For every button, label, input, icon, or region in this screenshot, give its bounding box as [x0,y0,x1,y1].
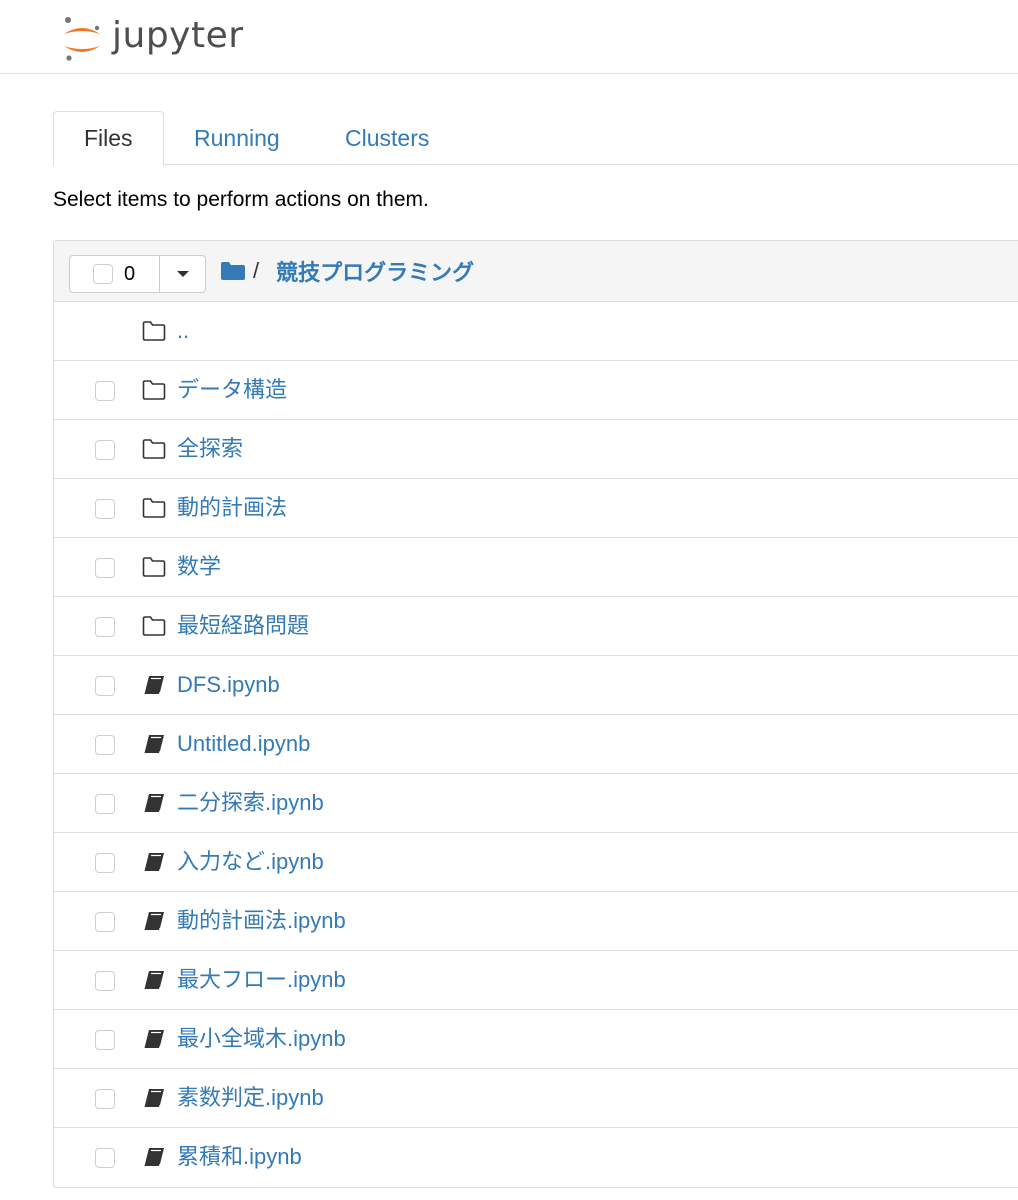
item-name-link[interactable]: 二分探索.ipynb [177,774,324,831]
item-name-link[interactable]: 動的計画法 [177,479,287,536]
notebook-row[interactable]: Untitled.ipynb [54,715,1018,774]
item-checkbox[interactable] [95,971,115,991]
select-all-checkbox[interactable] [93,264,113,284]
item-name-link[interactable]: .. [177,302,189,359]
item-checkbox[interactable] [95,1148,115,1168]
item-checkbox[interactable] [95,440,115,460]
home-folder-icon[interactable] [221,262,245,280]
file-list-header: 0 / 競技プログラミング [54,241,1018,302]
folder-icon [142,557,166,582]
item-checkbox[interactable] [95,499,115,519]
notebook-row[interactable]: 最大フロー.ipynb [54,951,1018,1010]
item-checkbox[interactable] [95,853,115,873]
notebook-icon [142,970,166,995]
select-all-group: 0 [69,255,206,293]
selection-hint: Select items to perform actions on them. [53,188,429,211]
tab-bar: Files Running Clusters [53,111,1018,166]
item-name-link[interactable]: Untitled.ipynb [177,715,310,772]
folder-icon [142,321,166,346]
item-checkbox[interactable] [95,1030,115,1050]
top-header: jupyter [0,0,1018,74]
folder-row[interactable]: 数学 [54,538,1018,597]
item-name-link[interactable]: 入力など.ipynb [177,833,324,890]
file-list: 0 / 競技プログラミング .. データ構造 全探索 動的計画法 数学 最短経路問題 DFS… [53,240,1018,1188]
item-checkbox[interactable] [95,735,115,755]
notebook-row[interactable]: 累積和.ipynb [54,1128,1018,1187]
notebook-icon [142,734,166,759]
logo-text: jupyter [112,14,244,56]
folder-row[interactable]: 動的計画法 [54,479,1018,538]
select-all-control[interactable]: 0 [70,256,160,292]
select-dropdown-button[interactable] [160,256,205,292]
notebook-row[interactable]: 入力など.ipynb [54,833,1018,892]
notebook-row[interactable]: 最小全域木.ipynb [54,1010,1018,1069]
item-name-link[interactable]: 最短経路問題 [177,597,309,654]
folder-row[interactable]: 全探索 [54,420,1018,479]
notebook-icon [142,852,166,877]
folder-icon [142,439,166,464]
folder-row[interactable]: .. [54,302,1018,361]
item-checkbox[interactable] [95,676,115,696]
item-name-link[interactable]: 数学 [177,538,221,595]
file-rows: .. データ構造 全探索 動的計画法 数学 最短経路問題 DFS.ipynb Untitled… [54,302,1018,1187]
jupyter-logo[interactable]: jupyter [60,12,244,64]
item-name-link[interactable]: 全探索 [177,420,243,477]
jupyter-logo-icon [64,17,100,61]
notebook-icon [142,1147,166,1172]
folder-icon [142,380,166,405]
folder-icon [142,498,166,523]
folder-icon [142,616,166,641]
notebook-icon [142,1029,166,1054]
item-checkbox[interactable] [95,794,115,814]
folder-row[interactable]: 最短経路問題 [54,597,1018,656]
notebook-icon [142,675,166,700]
folder-row[interactable]: データ構造 [54,361,1018,420]
notebook-row[interactable]: 素数判定.ipynb [54,1069,1018,1128]
breadcrumb-current-dir[interactable]: 競技プログラミング [276,255,474,287]
item-checkbox[interactable] [95,912,115,932]
item-name-link[interactable]: 素数判定.ipynb [177,1069,324,1126]
item-name-link[interactable]: 動的計画法.ipynb [177,892,346,949]
item-name-link[interactable]: 最小全域木.ipynb [177,1010,346,1067]
notebook-icon [142,793,166,818]
notebook-row[interactable]: 二分探索.ipynb [54,774,1018,833]
notebook-row[interactable]: 動的計画法.ipynb [54,892,1018,951]
breadcrumb-separator: / [253,258,260,283]
item-checkbox[interactable] [95,617,115,637]
selected-count: 0 [124,262,136,285]
item-name-link[interactable]: データ構造 [177,361,287,418]
caret-down-icon [176,271,189,277]
item-checkbox[interactable] [95,1089,115,1109]
tab-files[interactable]: Files [53,111,164,166]
breadcrumb: / 競技プログラミング [221,255,474,287]
tab-clusters[interactable]: Clusters [315,111,459,165]
item-name-link[interactable]: DFS.ipynb [177,656,280,713]
notebook-icon [142,911,166,936]
item-checkbox[interactable] [95,381,115,401]
notebook-icon [142,1088,166,1113]
notebook-row[interactable]: DFS.ipynb [54,656,1018,715]
item-name-link[interactable]: 最大フロー.ipynb [177,951,346,1008]
item-name-link[interactable]: 累積和.ipynb [177,1128,302,1185]
tab-running[interactable]: Running [164,111,310,165]
item-checkbox[interactable] [95,558,115,578]
